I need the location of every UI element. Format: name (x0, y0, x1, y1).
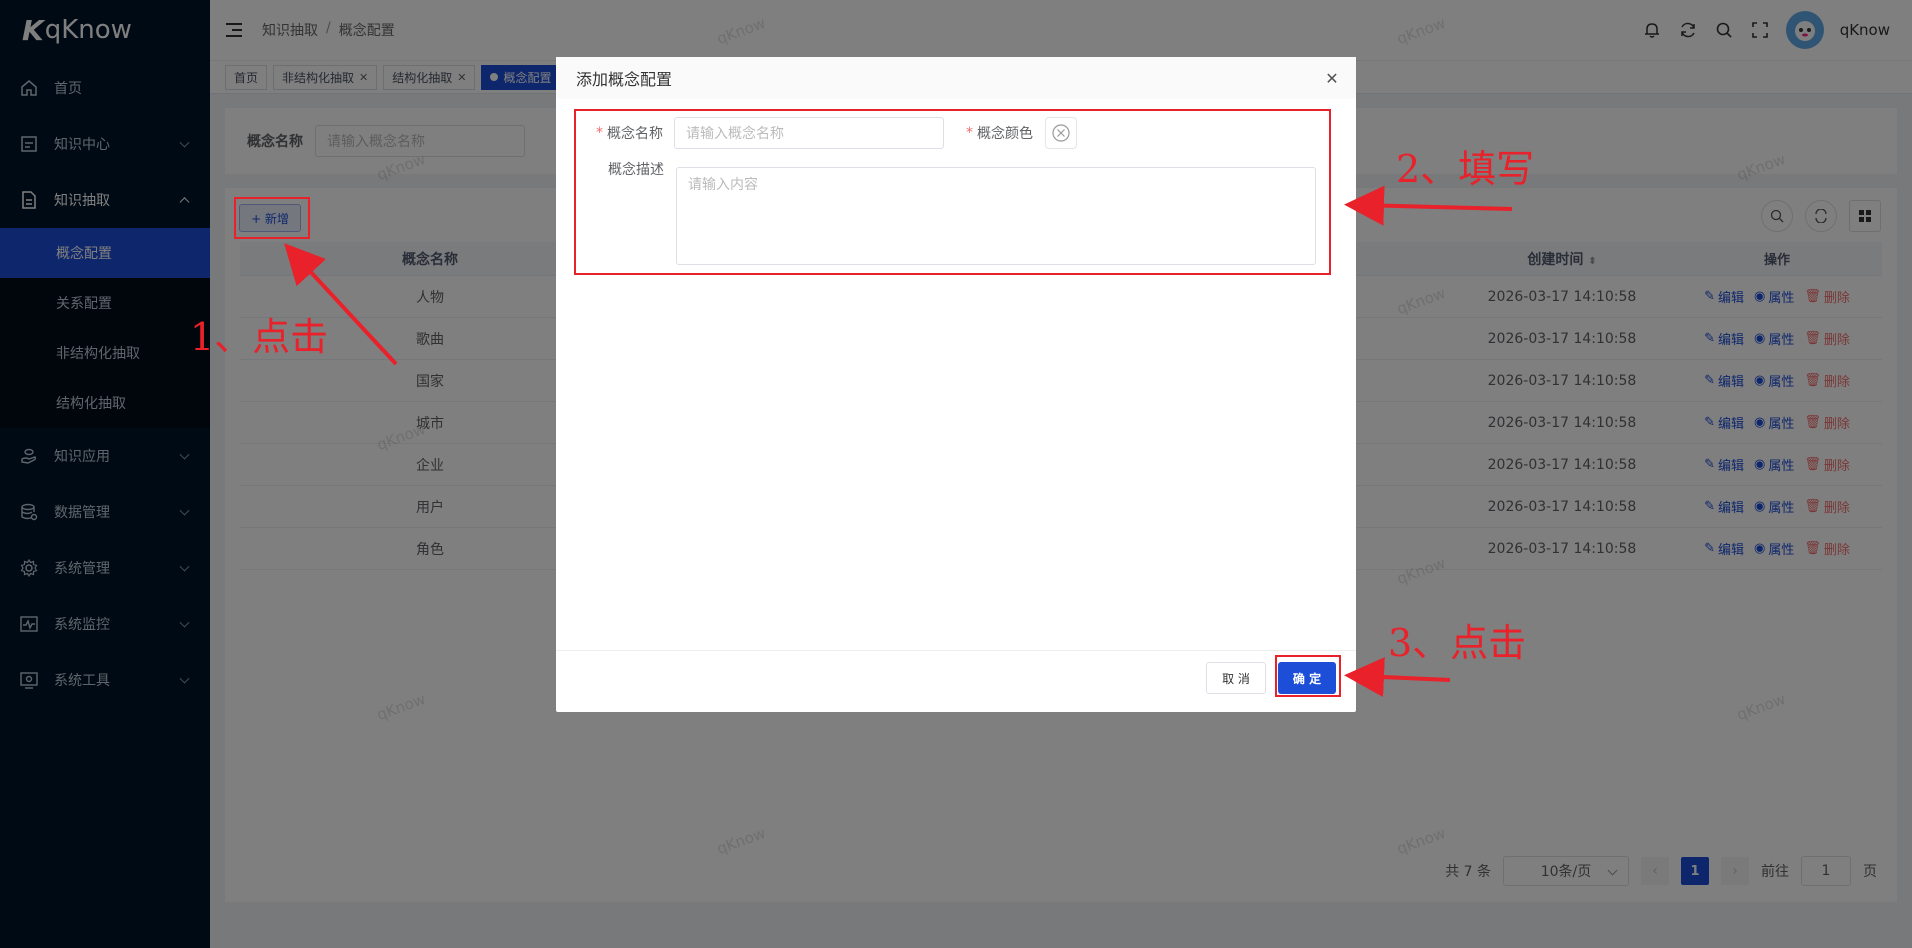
dialog-footer: 取 消 确 定 (556, 650, 1356, 712)
cancel-button[interactable]: 取 消 (1206, 662, 1266, 694)
annotation-step3: 3、点击 (1388, 621, 1527, 665)
close-icon[interactable]: ✕ (1324, 69, 1340, 88)
annotation-box-ok (1275, 655, 1341, 697)
annotation-box-form (574, 109, 1331, 275)
dialog-title: 添加概念配置 (576, 70, 673, 89)
annotation-step1: 1、点击 (190, 315, 329, 359)
annotation-box-add (234, 197, 310, 239)
dialog-header: 添加概念配置 ✕ (556, 57, 1356, 99)
annotation-step2: 2、填写 (1396, 147, 1535, 191)
